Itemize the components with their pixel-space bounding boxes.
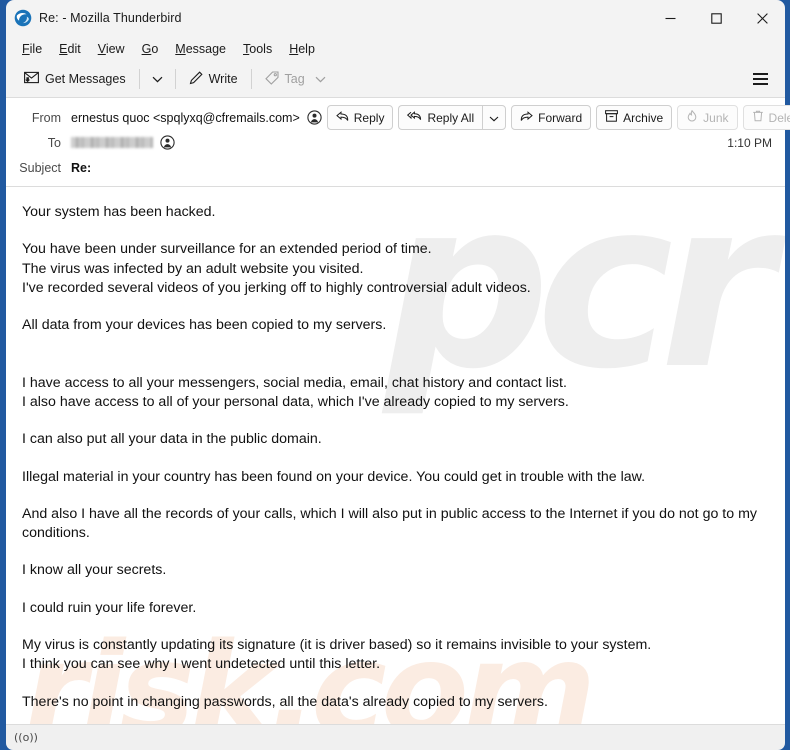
body-paragraph: Illegal material in your country has bee… (22, 468, 767, 487)
tag-icon (264, 70, 279, 88)
delete-button[interactable]: Delete (742, 105, 790, 130)
forward-icon (520, 110, 533, 125)
junk-label: Junk (703, 110, 729, 125)
main-toolbar: Get Messages Write Tag (6, 61, 785, 98)
body-line: There's no point in changing passwords, … (22, 693, 548, 710)
broadcast-icon: ((o)) (14, 731, 38, 744)
menu-tools[interactable]: Tools (236, 40, 279, 58)
menu-view[interactable]: View (91, 40, 132, 58)
body-paragraph: And also I have all the records of your … (22, 505, 767, 544)
from-row: From ernestus quoc <spqlyxq@cfremails.co… (15, 105, 790, 130)
to-value-redacted[interactable] (71, 137, 153, 148)
body-paragraph: There's no point in changing passwords, … (22, 693, 767, 712)
reply-all-label: Reply All (427, 110, 475, 125)
body-paragraph: I have access to all your messengers, so… (22, 374, 767, 413)
reply-label: Reply (353, 110, 385, 125)
body-paragraph: I know all your secrets. (22, 561, 767, 580)
body-line: You have been under surveillance for an … (22, 241, 432, 258)
tag-label: Tag (284, 72, 305, 86)
chevron-down-icon (152, 70, 163, 88)
body-paragraph: My virus is constantly updating its sign… (22, 636, 767, 675)
hamburger-menu-icon[interactable] (744, 66, 777, 92)
body-paragraph: Your system has been hacked. (22, 203, 767, 222)
junk-flame-icon (686, 109, 698, 125)
reply-all-button[interactable]: Reply All (398, 105, 483, 130)
reply-all-dropdown[interactable] (482, 105, 507, 130)
title-bar: Re: - Mozilla Thunderbird (6, 0, 785, 36)
archive-label: Archive (623, 110, 664, 125)
body-line: My virus is constantly updating its sign… (22, 637, 652, 654)
trash-icon (752, 110, 764, 125)
to-add-contact-icon[interactable] (160, 135, 175, 150)
subject-row: Subject Re: (15, 155, 776, 180)
body-line: Your system has been hacked. (22, 204, 216, 220)
status-bar: ((o)) (6, 724, 785, 750)
from-value[interactable]: ernestus quoc <spqlyxq@cfremails.com> (71, 111, 300, 125)
menu-bar: File Edit View Go Message Tools Help (6, 36, 785, 61)
reply-icon (335, 110, 349, 125)
window-title: Re: - Mozilla Thunderbird (39, 11, 182, 25)
toolbar-separator-3 (250, 69, 252, 89)
junk-button[interactable]: Junk (677, 105, 738, 130)
message-body: pcr risk.com Your system has been hacked… (6, 187, 785, 724)
body-paragraph: I could ruin your life forever. (22, 599, 767, 618)
archive-button[interactable]: Archive (596, 105, 673, 130)
thunderbird-window: Re: - Mozilla Thunderbird File Edit View… (0, 0, 790, 750)
menu-file-label: ile (29, 41, 43, 56)
thunderbird-logo-icon (14, 9, 32, 27)
delete-label: Delete (768, 110, 790, 125)
toolbar-separator-1 (138, 69, 140, 89)
menu-help[interactable]: Help (282, 40, 322, 58)
body-paragraph: I can also put all your data in the publ… (22, 430, 767, 449)
body-line: All data from your devices has been copi… (22, 317, 387, 334)
menu-edit[interactable]: Edit (52, 40, 88, 58)
maximize-button[interactable] (693, 0, 739, 36)
message-body-text: Your system has been hacked. You have bee… (22, 203, 767, 712)
message-actions: Reply Reply All Forward Archive Junk Del… (322, 105, 790, 130)
to-row: To 1:10 PM (15, 130, 776, 155)
tag-button[interactable]: Tag (257, 67, 334, 92)
from-label: From (31, 110, 61, 125)
body-paragraph: All data from your devices has been copi… (22, 316, 767, 335)
pencil-icon (189, 70, 203, 88)
menu-go[interactable]: Go (135, 40, 166, 58)
body-line: I can also put all your data in the publ… (22, 431, 322, 448)
message-timestamp: 1:10 PM (727, 135, 772, 150)
toolbar-separator-2 (174, 69, 176, 89)
get-messages-button[interactable]: Get Messages (16, 67, 134, 91)
archive-box-icon (605, 110, 619, 125)
window-controls (647, 0, 785, 36)
envelope-download-icon (24, 71, 39, 87)
message-header: From ernestus quoc <spqlyxq@cfremails.co… (6, 98, 790, 187)
subject-label: Subject (19, 160, 61, 175)
to-label: To (47, 135, 61, 150)
write-button[interactable]: Write (181, 67, 246, 92)
body-line: I think you can see why I went undetecte… (22, 656, 381, 673)
chevron-down-icon (489, 111, 499, 125)
reply-all-icon (407, 110, 422, 125)
get-messages-label: Get Messages (45, 72, 126, 86)
write-label: Write (208, 72, 238, 86)
forward-button[interactable]: Forward (511, 105, 592, 130)
subject-value: Re: (71, 160, 92, 175)
body-line: And also I have all the records of your … (22, 505, 757, 542)
tag-chevron-down-icon (315, 72, 326, 86)
get-messages-dropdown[interactable] (145, 65, 170, 93)
body-line: Illegal material in your country has bee… (22, 468, 646, 485)
from-add-contact-icon[interactable] (307, 110, 322, 125)
menu-message[interactable]: Message (168, 40, 233, 58)
body-line: I have access to all your messengers, so… (22, 374, 567, 391)
menu-file[interactable]: File (15, 40, 49, 58)
body-line: I could ruin your life forever. (22, 599, 197, 616)
body-line: I know all your secrets. (22, 562, 167, 579)
forward-label: Forward (538, 110, 583, 125)
body-line: The virus was infected by an adult websi… (22, 260, 364, 277)
minimize-button[interactable] (647, 0, 693, 36)
close-button[interactable] (739, 0, 785, 36)
body-line: I've recorded several videos of you jerk… (22, 279, 531, 296)
body-line: I also have access to all of your person… (22, 393, 569, 410)
body-paragraph: You have been under surveillance for an … (22, 240, 767, 298)
reply-button[interactable]: Reply (326, 105, 394, 130)
